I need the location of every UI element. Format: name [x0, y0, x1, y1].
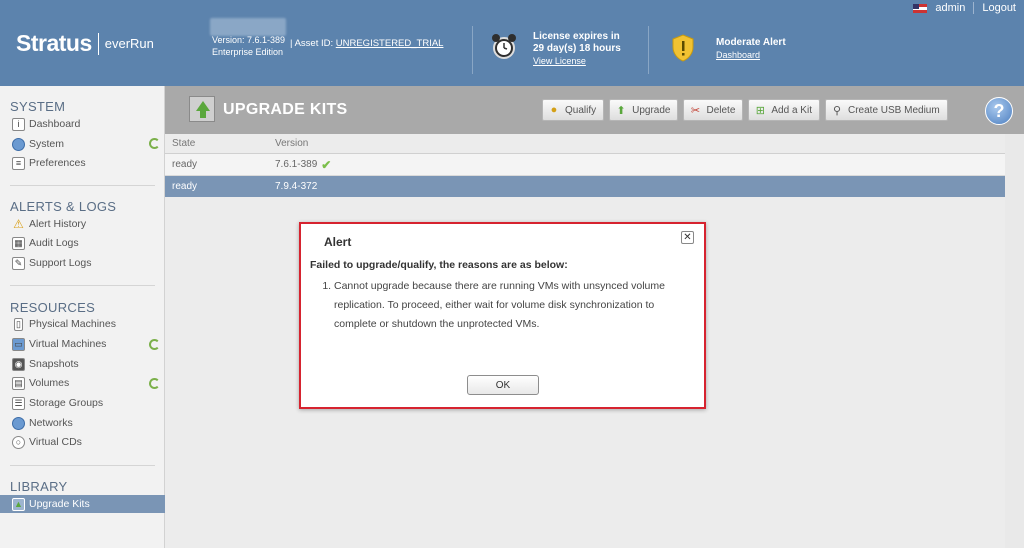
view-license-link[interactable]: View License [533, 56, 586, 66]
sidebar-item-support-logs[interactable]: ✎ Support Logs [12, 254, 162, 272]
upgrade-kit-icon [189, 96, 215, 122]
us-flag-icon[interactable] [913, 3, 928, 13]
sidebar-item-preferences[interactable]: ≡ Preferences [12, 154, 162, 172]
vertical-scrollbar[interactable] [1005, 134, 1024, 548]
username[interactable]: admin [935, 2, 965, 14]
version-text: Version: 7.6.1-389 [212, 35, 286, 45]
license-info: License expires in 29 day(s) 18 hours Vi… [533, 31, 621, 66]
page-title: UPGRADE KITS [223, 101, 348, 118]
info-icon: i [12, 117, 25, 131]
close-icon[interactable]: ✕ [681, 231, 694, 244]
cell-version: 7.6.1-389 [275, 159, 318, 170]
edit-icon: ✎ [12, 256, 25, 270]
upgrade-kits-table: State Version ready 7.6.1-389 ✔ ready 7.… [165, 134, 1005, 198]
system-version-info: Version: 7.6.1-389 Enterprise Edition [212, 22, 285, 58]
storage-icon: ☰ [12, 396, 25, 410]
page-titlebar: UPGRADE KITS ● Qualify ⬆ Upgrade ✂ Delet… [165, 86, 1024, 134]
server-icon: ▯ [14, 317, 23, 331]
create-usb-button[interactable]: ⚲ Create USB Medium [824, 99, 948, 121]
sidebar-item-virtual-machines[interactable]: ▭ Virtual Machines [12, 335, 162, 353]
sync-icon [149, 339, 160, 350]
section-title-resources: RESOURCES [10, 300, 96, 315]
sidebar-item-alert-history[interactable]: ⚠ Alert History [12, 215, 162, 233]
app-header: Stratus everRun Version: 7.6.1-389 Enter… [0, 0, 1024, 86]
cell-state: ready [172, 181, 198, 192]
sidebar-item-system[interactable]: System [12, 135, 162, 153]
checkmark-icon: ✔ [321, 157, 332, 172]
sidebar-item-storage-groups[interactable]: ☰ Storage Groups [12, 394, 162, 412]
upgrade-button[interactable]: ⬆ Upgrade [609, 99, 679, 121]
dialog-heading: Failed to upgrade/qualify, the reasons a… [310, 259, 568, 271]
add-kit-button[interactable]: ⊞ Add a Kit [748, 99, 820, 121]
section-title-library: LIBRARY [10, 479, 68, 494]
ok-button[interactable]: OK [467, 375, 539, 395]
preferences-icon: ≡ [12, 156, 25, 170]
upgrade-kit-icon: ▲ [12, 497, 25, 511]
cd-icon: ○ [12, 435, 25, 449]
alert-dialog: Alert ✕ Failed to upgrade/qualify, the r… [299, 222, 706, 409]
sidebar-item-dashboard[interactable]: i Dashboard [12, 115, 162, 133]
globe-icon [12, 137, 25, 151]
camera-icon: ◉ [12, 357, 25, 371]
shield-alert-icon [672, 34, 694, 62]
volume-icon: ▤ [12, 376, 25, 390]
calendar-icon: ▦ [12, 236, 25, 250]
column-header-state[interactable]: State [165, 138, 275, 149]
dialog-message: Cannot upgrade because there are running… [322, 277, 697, 334]
alarm-clock-icon [492, 34, 516, 59]
warning-icon: ⚠ [13, 217, 24, 231]
vm-icon: ▭ [12, 337, 25, 351]
table-header: State Version [165, 134, 1005, 154]
sidebar-item-audit-logs[interactable]: ▦ Audit Logs [12, 234, 162, 252]
edition-text: Enterprise Edition [212, 47, 284, 57]
sidebar-item-volumes[interactable]: ▤ Volumes [12, 374, 162, 392]
sync-icon [149, 138, 160, 149]
toolbar: ● Qualify ⬆ Upgrade ✂ Delete ⊞ Add a Kit… [542, 99, 948, 121]
sidebar-item-physical-machines[interactable]: ▯ Physical Machines [12, 315, 162, 333]
brand-name: Stratus [16, 30, 92, 56]
cell-version: 7.9.4-372 [275, 181, 318, 192]
section-title-alerts: ALERTS & LOGS [10, 199, 117, 214]
failure-reason: Cannot upgrade because there are running… [334, 277, 697, 334]
qualify-button[interactable]: ● Qualify [542, 99, 605, 121]
stratus-logo: Stratus everRun [16, 30, 154, 57]
sync-icon [149, 378, 160, 389]
logout-link[interactable]: Logout [982, 2, 1016, 14]
delete-button[interactable]: ✂ Delete [683, 99, 744, 121]
column-header-version[interactable]: Version [275, 138, 308, 149]
asset-id-link[interactable]: UNREGISTERED_TRIAL [336, 38, 444, 49]
delete-icon: ✂ [690, 104, 701, 117]
medal-icon: ● [550, 104, 558, 116]
moderate-alert-info: Moderate Alert Dashboard [716, 37, 786, 60]
dashboard-link[interactable]: Dashboard [716, 50, 760, 60]
usb-icon: ⚲ [832, 104, 842, 117]
table-row[interactable]: ready 7.6.1-389 ✔ [165, 154, 1005, 176]
sidebar-item-networks[interactable]: Networks [12, 414, 162, 432]
add-kit-icon: ⊞ [755, 104, 765, 117]
product-name: everRun [104, 36, 154, 51]
cell-state: ready [172, 159, 198, 170]
help-button[interactable]: ? [985, 97, 1013, 125]
sidebar-item-virtual-cds[interactable]: ○ Virtual CDs [12, 433, 162, 451]
asset-id: | Asset ID: UNREGISTERED_TRIAL [290, 38, 444, 49]
user-menu: admin Logout [913, 2, 1016, 14]
network-icon [12, 416, 25, 430]
sidebar-item-upgrade-kits[interactable]: ▲ Upgrade Kits [0, 495, 165, 513]
sidebar-item-snapshots[interactable]: ◉ Snapshots [12, 355, 162, 373]
table-row[interactable]: ready 7.9.4-372 [165, 176, 1005, 198]
upgrade-arrow-icon: ⬆ [616, 104, 626, 117]
sidebar: SYSTEM i Dashboard System ≡ Preferences … [0, 86, 165, 548]
section-title-system: SYSTEM [10, 99, 66, 114]
dialog-title: Alert [324, 235, 352, 249]
